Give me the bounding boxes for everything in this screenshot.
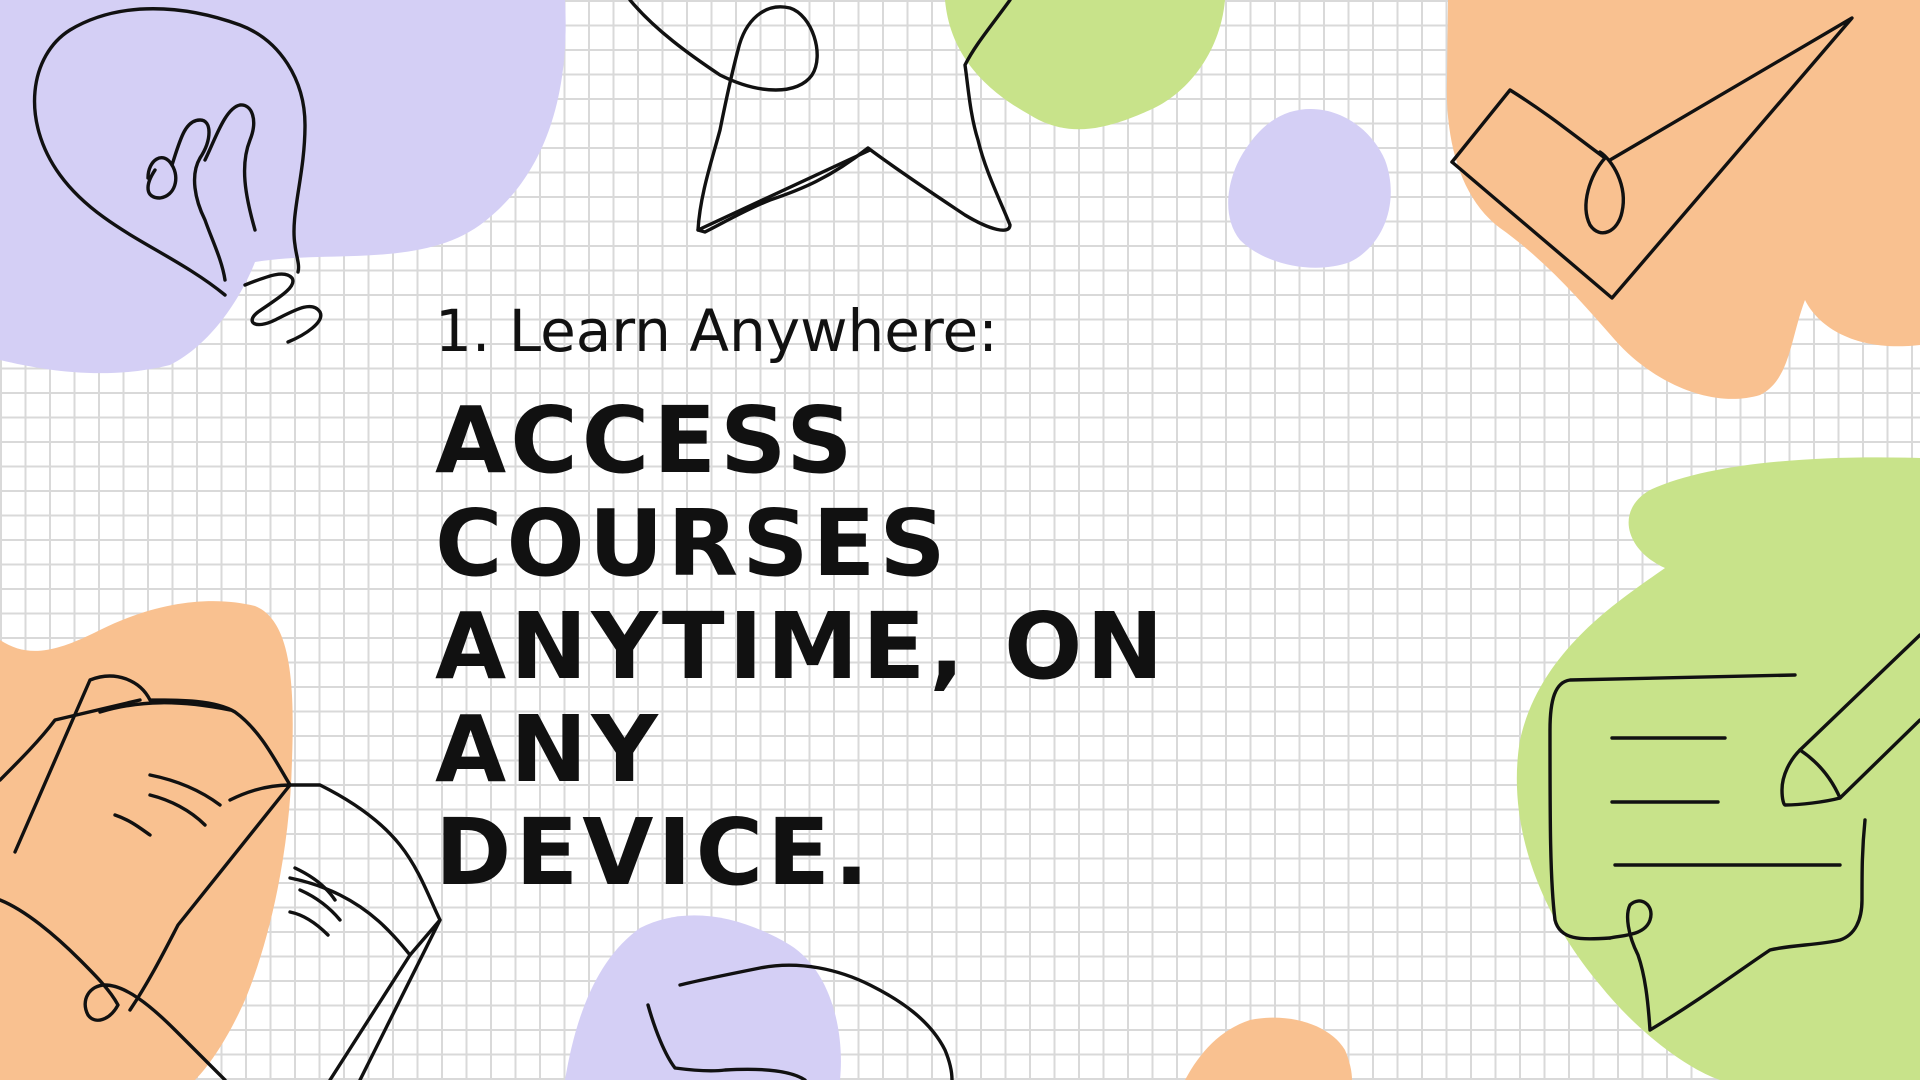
purple-blob-small <box>1228 108 1391 268</box>
headline-line-2: ANYTIME, ON ANY <box>435 592 1168 803</box>
speech-bubble-pencil-icon <box>1548 633 1920 1032</box>
open-book-icon <box>0 674 442 1080</box>
squiggle-icon <box>646 963 954 1080</box>
text-block: 1. Learn Anywhere: ACCESS COURSES ANYTIM… <box>435 298 1335 904</box>
lightbulb-icon <box>32 7 323 344</box>
orange-blob-top-right <box>1446 0 1920 399</box>
green-blob-top <box>945 0 1225 130</box>
slide-canvas: 1. Learn Anywhere: ACCESS COURSES ANYTIM… <box>0 0 1920 1080</box>
green-blob-right <box>1516 457 1920 1080</box>
headline-line-1: ACCESS COURSES <box>435 386 950 597</box>
star-icon <box>628 0 1012 234</box>
orange-blob-bottom <box>1185 1017 1352 1080</box>
purple-blob-bottom <box>565 915 841 1080</box>
slide-subtitle: 1. Learn Anywhere: <box>435 297 998 365</box>
headline-line-3: DEVICE. <box>435 798 873 906</box>
checkmark-icon <box>1450 16 1854 300</box>
orange-blob-bottom-left <box>0 601 293 1080</box>
slide-headline: ACCESS COURSES ANYTIME, ON ANY DEVICE. <box>435 389 1335 904</box>
